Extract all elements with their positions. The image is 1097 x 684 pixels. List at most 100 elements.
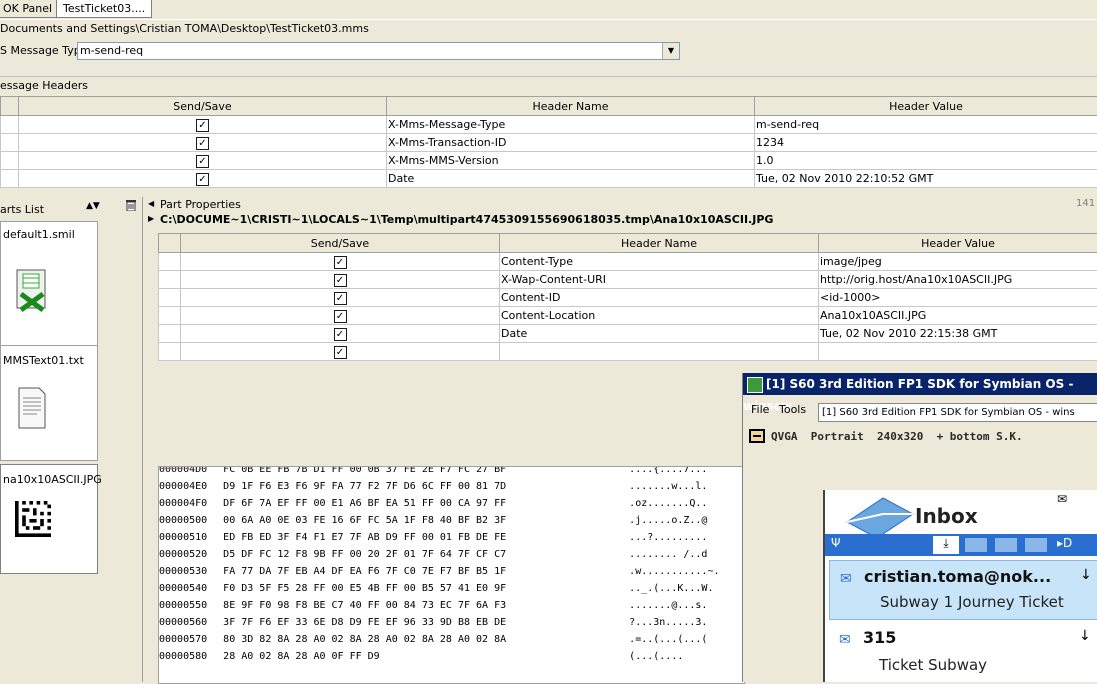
envelope-logo-icon: [843, 492, 923, 540]
hex-row[interactable]: 000005508E 9F F0 98 F8 BE C7 40 FF 00 84…: [159, 597, 744, 614]
table-row[interactable]: ✓ Content-ID <id-1000>: [159, 289, 1097, 307]
envelope-indicator-icon: ✉: [1057, 492, 1067, 506]
emulator-selector[interactable]: [1] S60 3rd Edition FP1 SDK for Symbian …: [818, 403, 1097, 422]
column-header-header-value[interactable]: Header Value: [819, 234, 1097, 253]
splitter[interactable]: [142, 197, 156, 682]
tab-strip[interactable]: Ψ ⤓ ▸D: [825, 534, 1097, 556]
hex-ascii: .......@...s.: [629, 600, 707, 611]
header-value-cell[interactable]: Tue, 02 Nov 2010 22:10:52 GMT: [755, 170, 1097, 188]
header-value-cell[interactable]: http://orig.host/Ana10x10ASCII.JPG: [819, 271, 1097, 289]
column-header-send-save[interactable]: Send/Save: [181, 234, 500, 253]
hex-address: 000004F0: [159, 498, 207, 509]
header-value-cell[interactable]: 1234: [755, 134, 1097, 152]
hex-row[interactable]: 00000520D5 DF FC 12 F8 9B FF 00 20 2F 01…: [159, 546, 744, 563]
menu-tools[interactable]: Tools: [779, 403, 806, 416]
list-item[interactable]: ✉ cristian.toma@nok... ↓ Subway 1 Journe…: [829, 560, 1097, 620]
list-item[interactable]: ✉ 315 ↓ Ticket Subway: [829, 622, 1097, 682]
hex-row[interactable]: 00000540F0 D3 5F F5 28 FF 00 E5 4B FF 00…: [159, 580, 744, 597]
table-row[interactable]: ✓ Date Tue, 02 Nov 2010 22:10:52 GMT: [1, 170, 1097, 188]
table-row[interactable]: ✓ Date Tue, 02 Nov 2010 22:15:38 GMT: [159, 325, 1097, 343]
hex-bytes: 3F 7F F6 EF 33 6E D8 D9 FE EF 96 33 9D B…: [223, 614, 613, 631]
message-subject: Subway 1 Journey Ticket: [880, 593, 1064, 611]
hex-row[interactable]: 000004D0FC 0B EE FB 7B D1 FF 00 0B 37 FE…: [159, 466, 744, 478]
table-row[interactable]: ✓ X-Wap-Content-URI http://orig.host/Ana…: [159, 271, 1097, 289]
hex-row[interactable]: 000004E0D9 1F F6 E3 F6 9F FA 77 F2 7F D6…: [159, 478, 744, 495]
hex-address: 00000510: [159, 532, 207, 543]
tab-icon[interactable]: [995, 538, 1017, 552]
column-header-header-name[interactable]: Header Name: [387, 97, 755, 116]
hex-dump-view[interactable]: 000004D0FC 0B EE FB 7B D1 FF 00 0B 37 FE…: [158, 466, 745, 684]
header-name-cell[interactable]: X-Mms-MMS-Version: [387, 152, 755, 170]
part-properties-table: Send/Save Header Name Header Value ✓ Con…: [158, 233, 1097, 361]
table-row[interactable]: ✓ Content-Type image/jpeg: [159, 253, 1097, 271]
send-save-checkbox[interactable]: ✓: [334, 292, 347, 305]
send-save-checkbox[interactable]: ✓: [196, 155, 209, 168]
hex-address: 00000570: [159, 634, 207, 645]
column-header-send-save[interactable]: Send/Save: [19, 97, 387, 116]
emulator-window[interactable]: [1] S60 3rd Edition FP1 SDK for Symbian …: [742, 373, 1097, 682]
send-save-checkbox[interactable]: ✓: [334, 256, 347, 269]
tab-ok-panel[interactable]: OK Panel: [0, 0, 59, 18]
header-name-cell[interactable]: [500, 343, 819, 361]
table-row[interactable]: ✓ X-Mms-Transaction-ID 1234: [1, 134, 1097, 152]
header-name-cell[interactable]: Content-Location: [500, 307, 819, 325]
header-value-cell[interactable]: [819, 343, 1097, 361]
hex-row[interactable]: 0000058028 A0 02 8A 28 A0 0F FF D9(...(.…: [159, 648, 744, 665]
header-value-cell[interactable]: Tue, 02 Nov 2010 22:15:38 GMT: [819, 325, 1097, 343]
tab-test-ticket[interactable]: TestTicket03....: [56, 0, 152, 18]
arrow-right-icon[interactable]: ▸D: [1057, 536, 1072, 550]
hex-ascii: ........ /..d: [629, 549, 707, 560]
send-save-checkbox[interactable]: ✓: [334, 274, 347, 287]
table-row[interactable]: ✓ Content-Location Ana10x10ASCII.JPG: [159, 307, 1097, 325]
list-item-jpg[interactable]: na10x10ASCII.JPG: [0, 464, 98, 574]
send-save-checkbox[interactable]: ✓: [334, 310, 347, 323]
hex-row[interactable]: 00000530FA 77 DA 7F EB A4 DF EA F6 7F C0…: [159, 563, 744, 580]
header-name-cell[interactable]: Content-Type: [500, 253, 819, 271]
send-save-checkbox[interactable]: ✓: [196, 119, 209, 132]
send-save-cell: ✓: [181, 307, 500, 325]
collapse-left-icon[interactable]: ◀: [148, 199, 154, 208]
tab-icon[interactable]: [965, 538, 987, 552]
hex-address: 00000580: [159, 651, 207, 662]
menu-file[interactable]: File: [751, 403, 769, 416]
chevron-down-icon[interactable]: ▼: [662, 43, 679, 59]
table-row[interactable]: ✓ X-Mms-Message-Type m-send-req: [1, 116, 1097, 134]
list-item-default-smil[interactable]: default1.smil: [0, 221, 98, 346]
message-type-select[interactable]: m-send-req ▼: [77, 42, 680, 60]
inbox-tab-icon[interactable]: ⤓: [933, 536, 959, 554]
list-item-mms-text[interactable]: MMSText01.txt: [0, 345, 98, 461]
send-save-checkbox[interactable]: ✓: [196, 173, 209, 186]
row-header-cell: [1, 152, 19, 170]
header-name-cell[interactable]: Content-ID: [500, 289, 819, 307]
send-save-checkbox[interactable]: ✓: [334, 328, 347, 341]
phone-screen[interactable]: Inbox ✉ Ψ ⤓ ▸D ✉ cristian.toma@nok... ↓ …: [823, 490, 1097, 682]
header-value-cell[interactable]: Ana10x10ASCII.JPG: [819, 307, 1097, 325]
expand-right-icon[interactable]: ▶: [148, 214, 154, 223]
header-name-cell[interactable]: Date: [500, 325, 819, 343]
hex-row[interactable]: 000004F0DF 6F 7A EF FF 00 E1 A6 BF EA 51…: [159, 495, 744, 512]
send-save-checkbox[interactable]: ✓: [196, 137, 209, 150]
hex-row[interactable]: 0000050000 6A A0 0E 03 FE 16 6F FC 5A 1F…: [159, 512, 744, 529]
table-row[interactable]: ✓ X-Mms-MMS-Version 1.0: [1, 152, 1097, 170]
table-row-new[interactable]: ✓: [159, 343, 1097, 361]
column-header-header-value[interactable]: Header Value: [755, 97, 1097, 116]
header-value-cell[interactable]: 1.0: [755, 152, 1097, 170]
header-name-cell[interactable]: X-Mms-Transaction-ID: [387, 134, 755, 152]
sort-arrows-icon[interactable]: ▲▼: [86, 201, 100, 211]
header-name-cell[interactable]: X-Wap-Content-URI: [500, 271, 819, 289]
tab-icon[interactable]: [1025, 538, 1047, 552]
header-name-cell[interactable]: Date: [387, 170, 755, 188]
hex-row[interactable]: 00000510ED FB ED 3F F4 F1 E7 7F AB D9 FF…: [159, 529, 744, 546]
send-save-checkbox[interactable]: ✓: [334, 346, 347, 359]
divider: [0, 76, 1097, 77]
header-value-cell[interactable]: m-send-req: [755, 116, 1097, 134]
hex-row[interactable]: 000005603F 7F F6 EF 33 6E D8 D9 FE EF 96…: [159, 614, 744, 631]
hex-row[interactable]: 0000057080 3D 82 8A 28 A0 02 8A 28 A0 02…: [159, 631, 744, 648]
row-header-cell: [1, 116, 19, 134]
column-header-header-name[interactable]: Header Name: [500, 234, 819, 253]
header-name-cell[interactable]: X-Mms-Message-Type: [387, 116, 755, 134]
header-value-cell[interactable]: <id-1000>: [819, 289, 1097, 307]
trash-icon[interactable]: [126, 199, 136, 211]
header-value-cell[interactable]: image/jpeg: [819, 253, 1097, 271]
emulator-title-bar[interactable]: [1] S60 3rd Edition FP1 SDK for Symbian …: [743, 373, 1097, 395]
